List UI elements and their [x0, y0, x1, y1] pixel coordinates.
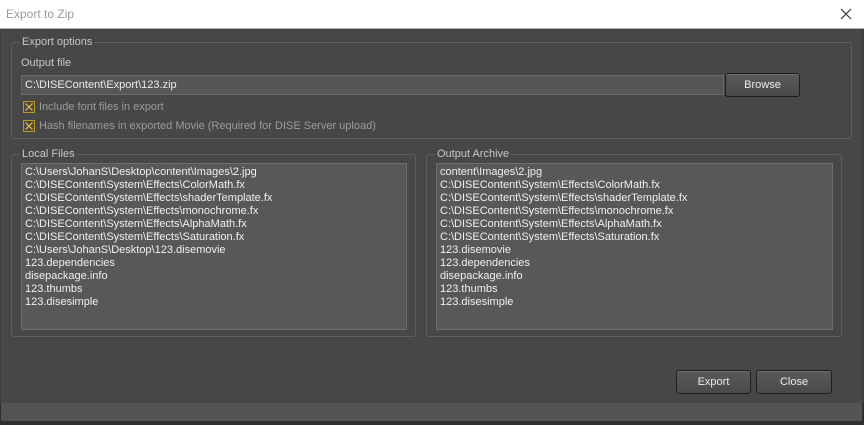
list-item[interactable]: C:\DISEContent\System\Effects\Saturation…	[440, 231, 829, 244]
local-files-group: Local Files C:\Users\JohanS\Desktop\cont…	[11, 147, 416, 337]
close-button[interactable]: Close	[756, 370, 832, 394]
browse-button[interactable]: Browse	[725, 73, 800, 97]
local-files-legend: Local Files	[20, 147, 77, 161]
list-item[interactable]: disepackage.info	[440, 270, 829, 283]
list-item[interactable]: C:\DISEContent\System\Effects\monochrome…	[25, 205, 403, 218]
window-title: Export to Zip	[6, 7, 75, 21]
list-item[interactable]: C:\DISEContent\System\Effects\monochrome…	[440, 205, 829, 218]
list-item[interactable]: C:\DISEContent\System\Effects\AlphaMath.…	[440, 218, 829, 231]
list-item[interactable]: 123.dependencies	[25, 257, 403, 270]
list-item[interactable]: 123.thumbs	[25, 283, 403, 296]
output-archive-group: Output Archive content\Images\2.jpg C:\D…	[426, 147, 842, 337]
list-item[interactable]: C:\DISEContent\System\Effects\shaderTemp…	[440, 192, 829, 205]
output-file-label: Output file	[21, 57, 72, 69]
list-item[interactable]: 123.dependencies	[440, 257, 829, 270]
list-item[interactable]: C:\Users\JohanS\Desktop\content\Images\2…	[25, 166, 403, 179]
include-fonts-checkbox[interactable]	[23, 101, 35, 113]
list-item[interactable]: content\Images\2.jpg	[440, 166, 829, 179]
list-item[interactable]: C:\DISEContent\System\Effects\ColorMath.…	[440, 179, 829, 192]
dialog-body: Export options Output file C:\DISEConten…	[1, 29, 862, 403]
list-item[interactable]: C:\DISEContent\System\Effects\Saturation…	[25, 231, 403, 244]
hash-filenames-checkbox[interactable]	[23, 120, 35, 132]
list-item[interactable]: disepackage.info	[25, 270, 403, 283]
local-files-list[interactable]: C:\Users\JohanS\Desktop\content\Images\2…	[21, 163, 407, 330]
output-archive-legend: Output Archive	[435, 147, 512, 161]
list-item[interactable]: C:\DISEContent\System\Effects\shaderTemp…	[25, 192, 403, 205]
list-item[interactable]: 123.disemovie	[440, 244, 829, 257]
check-mark-icon	[25, 103, 33, 111]
hash-filenames-label: Hash filenames in exported Movie (Requir…	[39, 120, 376, 132]
close-icon[interactable]	[838, 6, 854, 22]
export-options-group: Export options Output file C:\DISEConten…	[11, 35, 852, 139]
list-item[interactable]: C:\DISEContent\System\Effects\ColorMath.…	[25, 179, 403, 192]
check-mark-icon	[25, 122, 33, 130]
list-item[interactable]: 123.thumbs	[440, 283, 829, 296]
export-options-legend: Export options	[20, 35, 95, 49]
list-item[interactable]: 123.disesimple	[25, 296, 403, 309]
status-strip	[1, 403, 862, 421]
list-item[interactable]: C:\Users\JohanS\Desktop\123.disemovie	[25, 244, 403, 257]
include-fonts-label: Include font files in export	[39, 101, 164, 113]
list-item[interactable]: C:\DISEContent\System\Effects\AlphaMath.…	[25, 218, 403, 231]
export-button[interactable]: Export	[676, 370, 751, 394]
title-bar: Export to Zip	[0, 0, 864, 29]
output-archive-list[interactable]: content\Images\2.jpg C:\DISEContent\Syst…	[436, 163, 833, 330]
list-item[interactable]: 123.disesimple	[440, 296, 829, 309]
output-file-field[interactable]: C:\DISEContent\Export\123.zip	[21, 75, 724, 95]
